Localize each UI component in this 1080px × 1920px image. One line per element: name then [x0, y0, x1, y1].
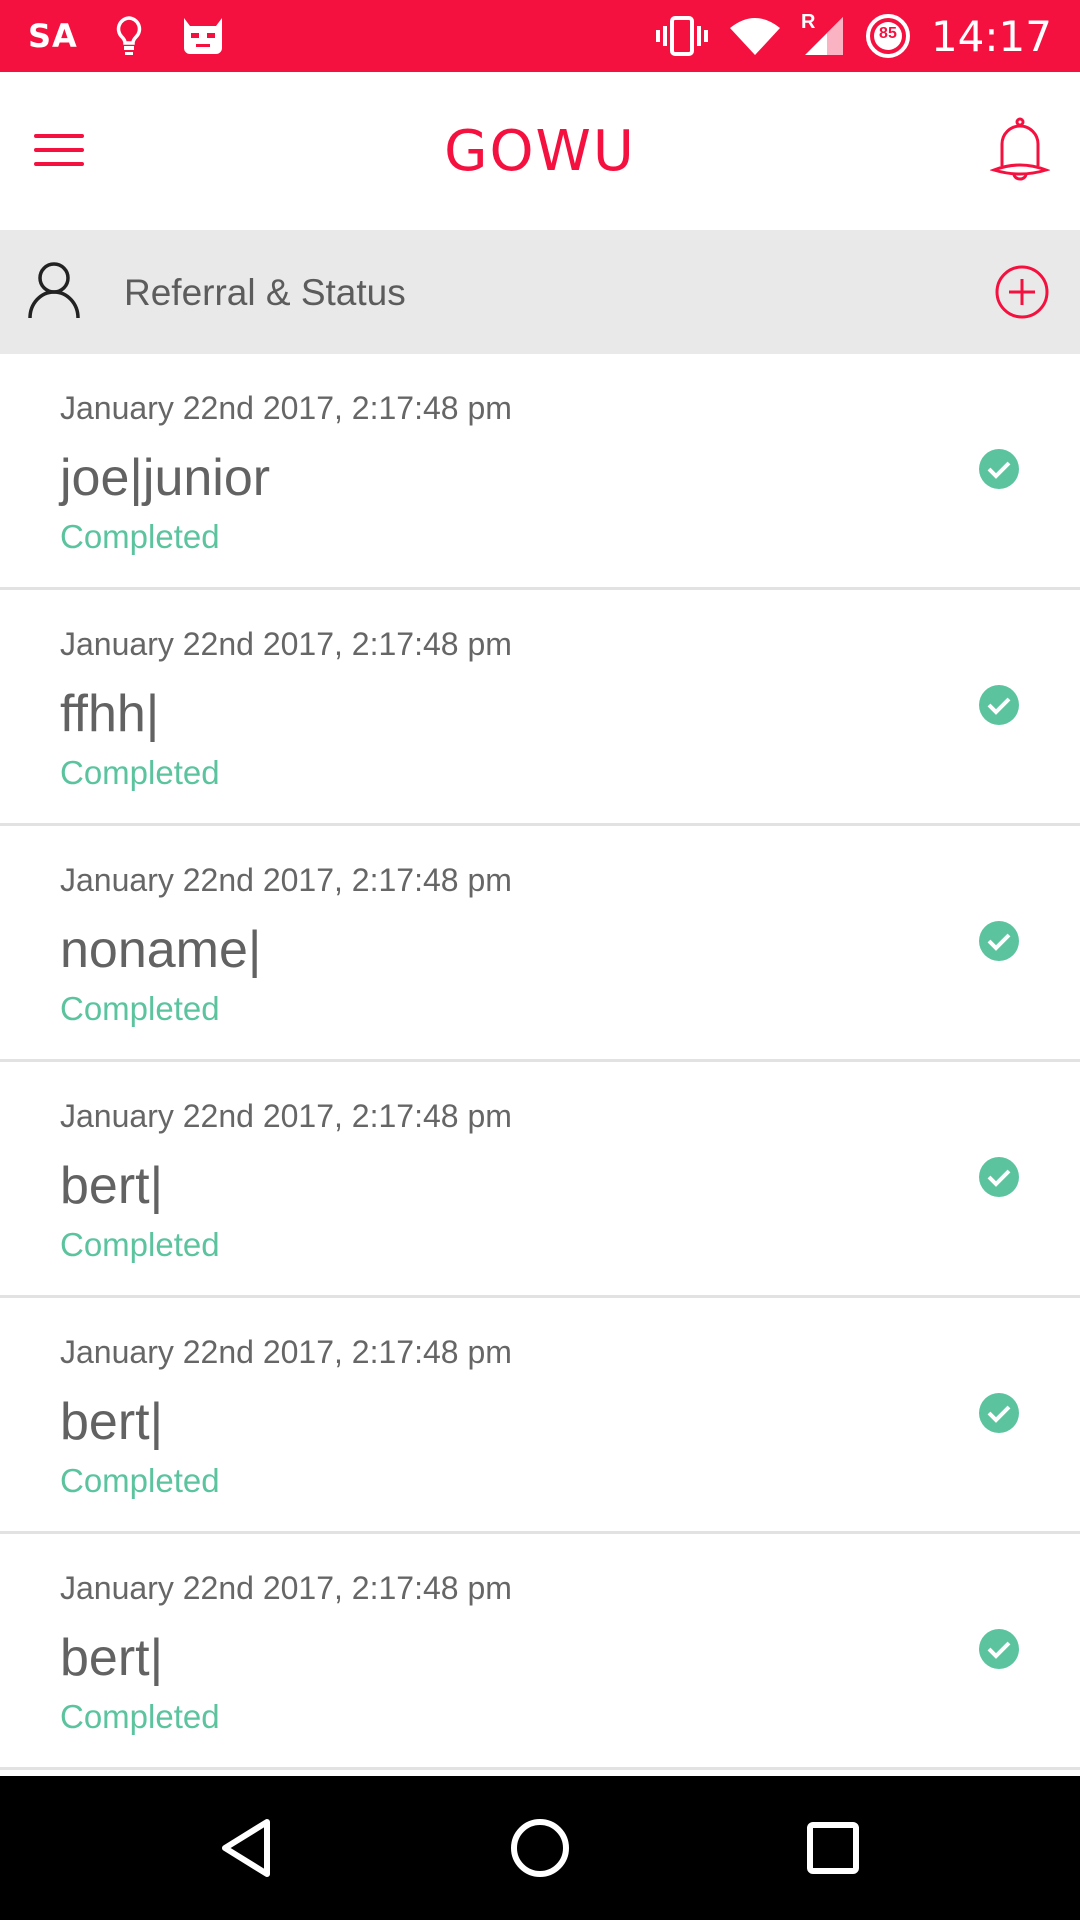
list-item[interactable]: January 22nd 2017, 2:17:48 pm bert| Comp… — [0, 1534, 1080, 1770]
home-icon — [510, 1819, 569, 1877]
item-name: bert| — [60, 1629, 164, 1687]
item-status: Completed — [60, 1226, 220, 1263]
wifi-icon — [729, 16, 781, 56]
add-referral-button[interactable] — [994, 264, 1050, 325]
list-item[interactable]: January 22nd 2017, 2:17:48 pm ffhh| Comp… — [0, 590, 1080, 826]
check-circle-icon — [978, 448, 1020, 495]
item-status: Completed — [60, 990, 220, 1027]
notifications-button[interactable] — [989, 108, 1051, 188]
check-circle-icon — [978, 1628, 1020, 1675]
item-date: January 22nd 2017, 2:17:48 pm — [60, 862, 512, 898]
section-header: Referral & Status — [0, 230, 1080, 354]
item-date: January 22nd 2017, 2:17:48 pm — [60, 1334, 512, 1370]
check-circle-icon — [978, 920, 1020, 967]
check-circle-icon — [978, 684, 1020, 731]
signal-icon: R — [801, 11, 845, 57]
item-status: Completed — [60, 1462, 220, 1499]
recents-icon — [807, 1822, 860, 1874]
item-date: January 22nd 2017, 2:17:48 pm — [60, 1570, 512, 1606]
check-circle-icon — [978, 1156, 1020, 1203]
item-date: January 22nd 2017, 2:17:48 pm — [60, 626, 512, 662]
item-status: Completed — [60, 518, 220, 555]
status-bar: SA R 85 14:17 — [0, 0, 1080, 72]
hamburger-menu-icon — [34, 134, 84, 166]
item-name: bert| — [60, 1157, 164, 1215]
vibrate-icon — [655, 16, 709, 56]
list-item[interactable]: January 22nd 2017, 2:17:48 pm bert| Comp… — [0, 1298, 1080, 1534]
back-button[interactable] — [197, 1798, 297, 1898]
navigation-bar — [0, 1776, 1080, 1920]
check-circle-icon — [978, 1392, 1020, 1439]
item-date: January 22nd 2017, 2:17:48 pm — [60, 1098, 512, 1134]
app-logo: GOWU — [444, 118, 636, 184]
item-status: Completed — [60, 1698, 220, 1735]
item-date: January 22nd 2017, 2:17:48 pm — [60, 390, 512, 426]
list-item[interactable]: January 22nd 2017, 2:17:48 pm noname| Co… — [0, 826, 1080, 1062]
add-circle-icon — [995, 265, 1049, 319]
referral-list: January 22nd 2017, 2:17:48 pm joe|junior… — [0, 354, 1080, 1770]
item-status: Completed — [60, 754, 220, 791]
item-name: bert| — [60, 1393, 164, 1451]
item-name: ffhh| — [60, 685, 160, 743]
item-name: joe|junior — [60, 449, 271, 507]
carrier-label: SA — [28, 17, 78, 55]
back-icon — [221, 1819, 270, 1877]
app-bar: GOWU — [0, 72, 1080, 230]
roaming-indicator: R — [800, 11, 816, 33]
bell-icon — [989, 117, 1051, 181]
list-item[interactable]: January 22nd 2017, 2:17:48 pm bert| Comp… — [0, 1062, 1080, 1298]
screen: SA R 85 14:17 GOWU Referral & Status Jan… — [0, 0, 1080, 1920]
menu-button[interactable] — [32, 122, 88, 178]
recents-button[interactable] — [783, 1798, 883, 1898]
section-title: Referral & Status — [124, 272, 406, 313]
clock: 14:17 — [930, 11, 1052, 61]
lightbulb-icon — [114, 15, 144, 57]
item-name: noname| — [60, 921, 262, 979]
cyanogen-icon — [180, 16, 226, 56]
list-item[interactable]: January 22nd 2017, 2:17:48 pm joe|junior… — [0, 354, 1080, 590]
battery-level: 85 — [879, 25, 897, 42]
person-icon — [26, 260, 82, 325]
battery-icon: 85 — [865, 13, 911, 59]
home-button[interactable] — [490, 1798, 590, 1898]
